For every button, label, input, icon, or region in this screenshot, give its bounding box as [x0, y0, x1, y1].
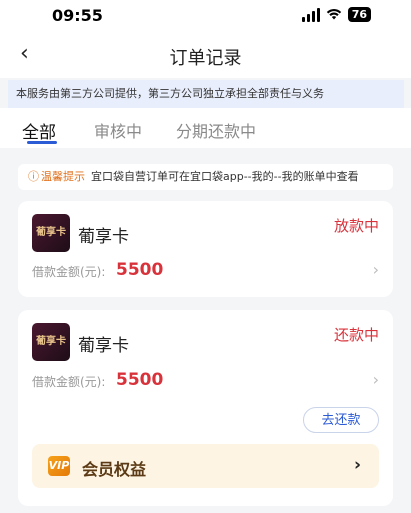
tip-text: 宜口袋自营订单可在宜口袋app--我的--我的账单中查看: [91, 170, 359, 183]
amount-label: 借款金额(元):: [32, 375, 106, 389]
wifi-icon: [326, 8, 342, 22]
tab-bar: 全部 审核中 分期还款中: [0, 108, 411, 148]
member-benefits-label: 会员权益: [82, 460, 147, 479]
status-icons: 76: [301, 7, 371, 22]
chevron-right-icon[interactable]: ›: [373, 370, 379, 389]
member-benefits-bar[interactable]: VIP 会员权益 ›: [32, 444, 379, 488]
product-logo: 葡享卡: [32, 214, 70, 252]
info-icon: ⓘ: [28, 170, 39, 183]
product-name: 葡享卡: [78, 336, 129, 356]
repay-button[interactable]: 去还款: [303, 407, 379, 433]
order-card[interactable]: 葡享卡 葡享卡 放款中 借款金额(元): 5500 ›: [18, 201, 393, 297]
battery-icon: 76: [347, 7, 371, 22]
active-tab-indicator: [27, 141, 57, 144]
order-status: 还款中: [333, 326, 379, 344]
amount-label: 借款金额(元):: [32, 265, 106, 279]
tab-reviewing[interactable]: 审核中: [94, 118, 142, 142]
amount-value: 5500: [116, 260, 164, 280]
product-name: 葡享卡: [78, 227, 129, 247]
status-time: 09:55: [52, 6, 103, 25]
order-status: 放款中: [333, 217, 379, 235]
order-card[interactable]: 葡享卡 葡享卡 还款中 借款金额(元): 5500 › 去还款 VIP 会员权益…: [18, 310, 393, 506]
status-bar: 09:55 76: [0, 0, 411, 32]
tab-installment-repaying[interactable]: 分期还款中: [176, 118, 256, 142]
signal-icon: [301, 7, 320, 22]
page-title: 订单记录: [169, 48, 242, 69]
tab-all[interactable]: 全部: [22, 118, 56, 143]
product-logo: 葡享卡: [32, 323, 70, 361]
chevron-right-icon[interactable]: ›: [373, 260, 379, 279]
nav-bar: ‹ 订单记录: [0, 32, 411, 78]
tip-bar: ⓘ 温馨提示 宜口袋自营订单可在宜口袋app--我的--我的账单中查看: [18, 164, 393, 190]
tip-label: 温馨提示: [41, 170, 85, 183]
amount-value: 5500: [116, 370, 164, 390]
notice-banner: 本服务由第三方公司提供，第三方公司独立承担全部责任与义务: [8, 80, 404, 108]
vip-icon: VIP: [48, 456, 70, 476]
chevron-right-icon[interactable]: ›: [354, 455, 361, 475]
